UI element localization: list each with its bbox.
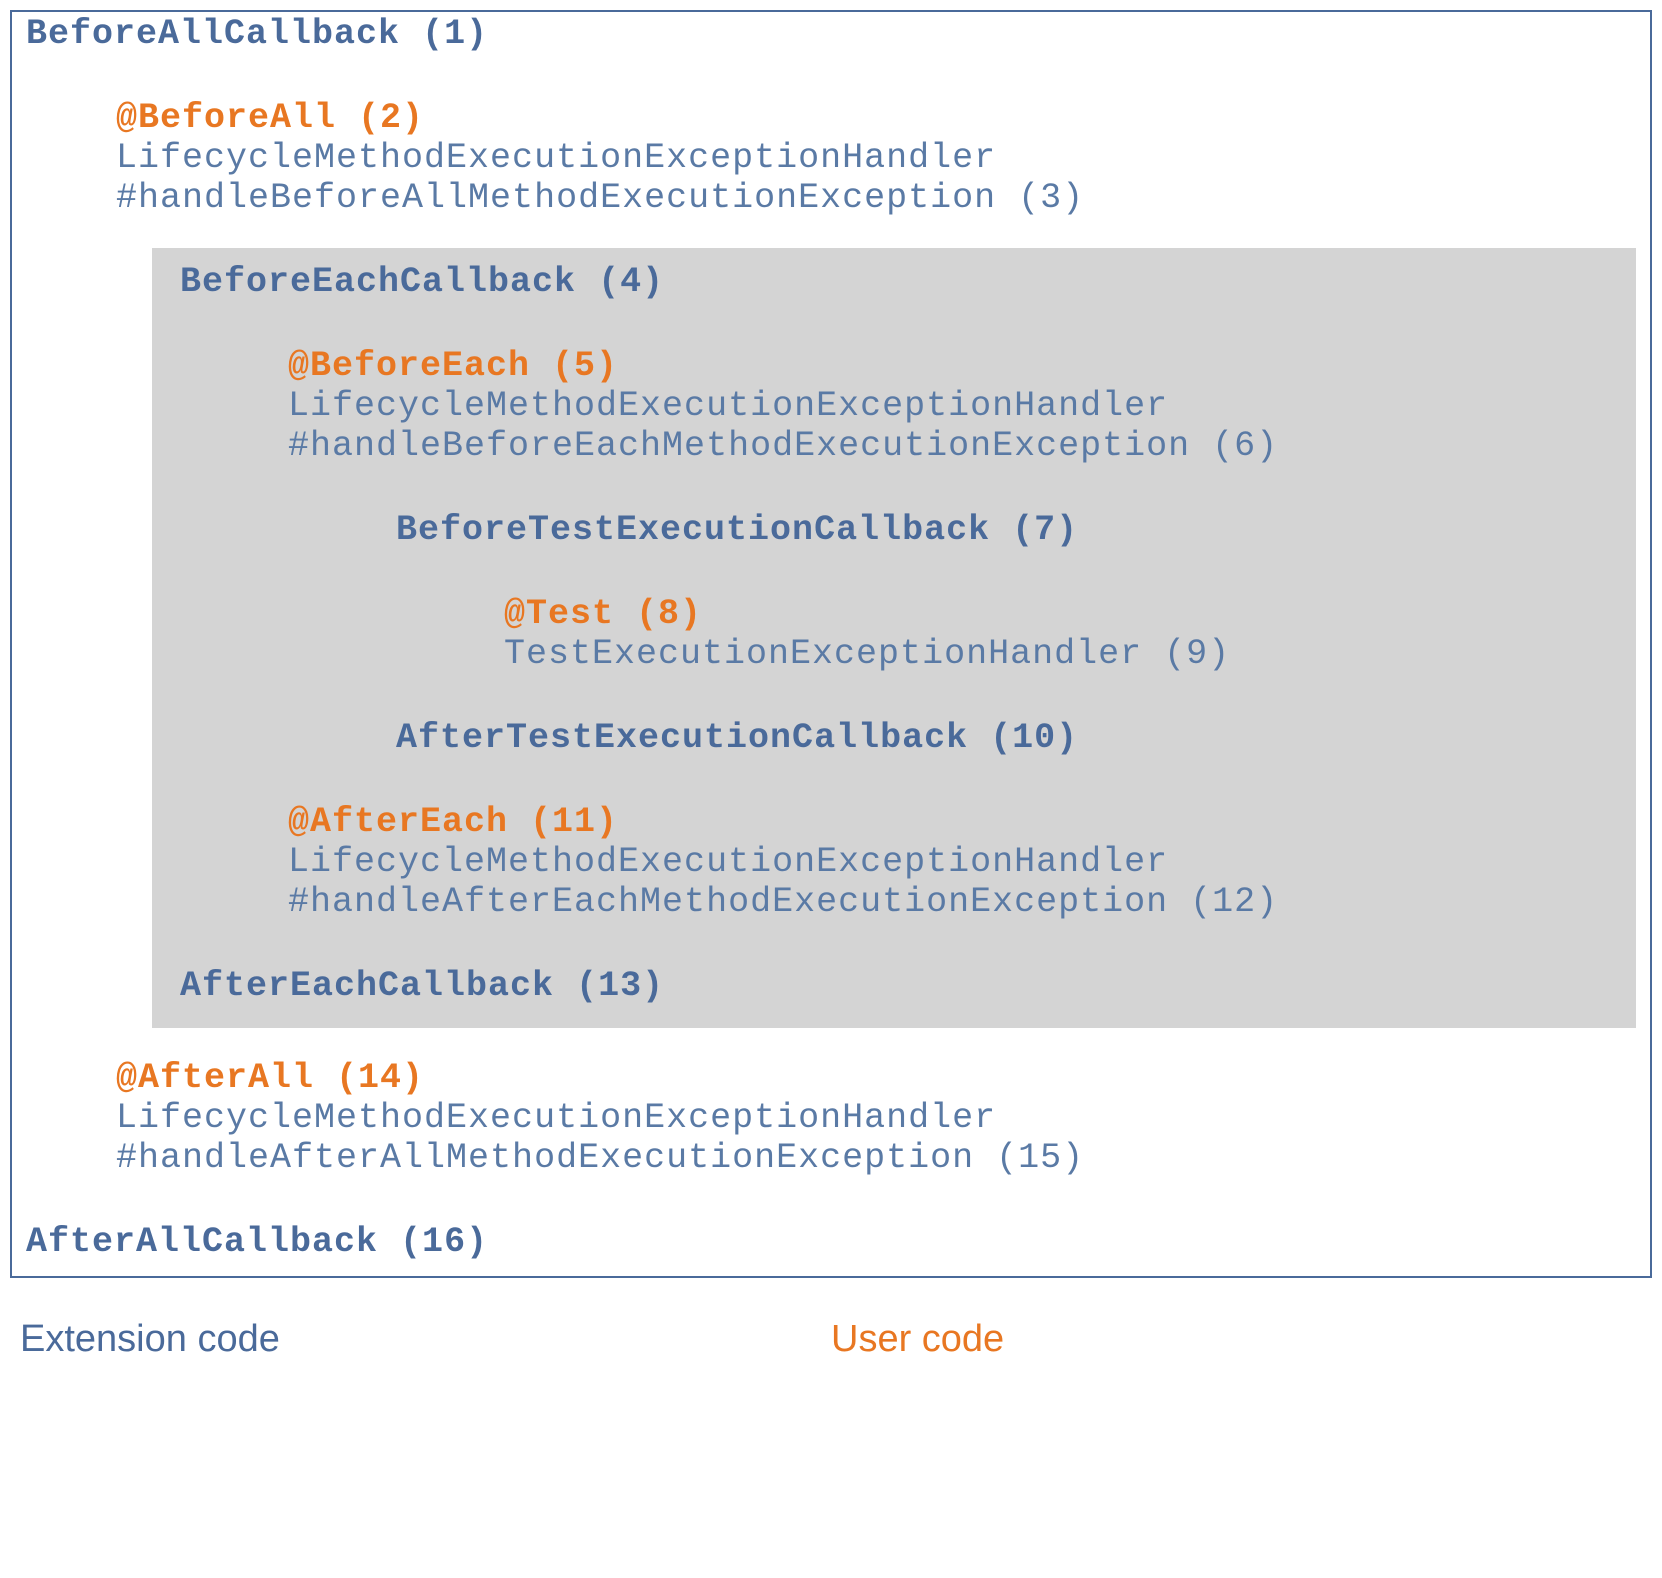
before-all-callback: BeforeAllCallback (1) [26,14,1636,54]
before-test-execution-callback: BeforeTestExecutionCallback (7) [396,510,1622,550]
per-test-box: BeforeEachCallback (4) @BeforeEach (5) L… [152,248,1636,1028]
before-each-annotation: @BeforeEach (5) [288,346,1622,386]
test-annotation: @Test (8) [504,594,1622,634]
legend: Extension code User code [10,1318,1652,1361]
before-each-callback: BeforeEachCallback (4) [180,262,1622,302]
after-each-annotation: @AfterEach (11) [288,802,1622,842]
before-all-handler-line1: LifecycleMethodExecutionExceptionHandler [116,138,1636,178]
after-each-handler-line2: #handleAfterEachMethodExecutionException… [288,882,1622,922]
legend-user-code: User code [831,1318,1004,1361]
after-all-annotation: @AfterAll (14) [116,1058,1636,1098]
after-each-handler-line1: LifecycleMethodExecutionExceptionHandler [288,842,1622,882]
after-each-callback: AfterEachCallback (13) [180,966,1622,1006]
after-test-execution-callback: AfterTestExecutionCallback (10) [396,718,1622,758]
before-all-annotation: @BeforeAll (2) [116,98,1636,138]
lifecycle-diagram-box: BeforeAllCallback (1) @BeforeAll (2) Lif… [10,10,1652,1278]
before-all-handler-line2: #handleBeforeAllMethodExecutionException… [116,178,1636,218]
after-all-handler-line2: #handleAfterAllMethodExecutionException … [116,1138,1636,1178]
test-execution-exception-handler: TestExecutionExceptionHandler (9) [504,634,1622,674]
legend-extension-code: Extension code [10,1318,831,1361]
after-all-callback: AfterAllCallback (16) [26,1222,1636,1262]
before-each-handler-line2: #handleBeforeEachMethodExecutionExceptio… [288,426,1622,466]
after-all-handler-line1: LifecycleMethodExecutionExceptionHandler [116,1098,1636,1138]
before-each-handler-line1: LifecycleMethodExecutionExceptionHandler [288,386,1622,426]
